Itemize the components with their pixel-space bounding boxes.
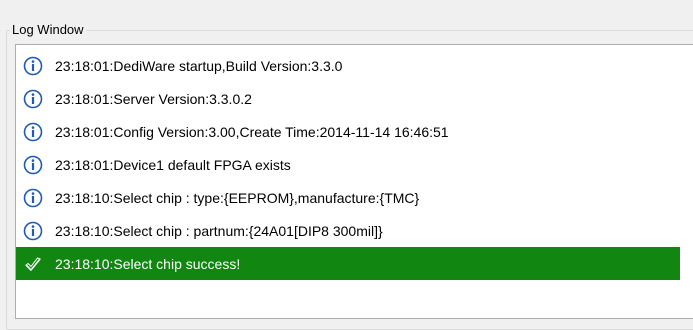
log-entry-text: 23:18:01:DediWare startup,Build Version:… — [55, 57, 343, 74]
info-icon — [22, 220, 44, 242]
log-entry-text: 23:18:10:Select chip success! — [55, 255, 241, 272]
info-icon — [22, 55, 44, 77]
info-icon — [22, 121, 44, 143]
log-entry-text: 23:18:01:Device1 default FPGA exists — [55, 156, 291, 173]
success-check-icon — [22, 253, 44, 275]
log-window-title: Log Window — [10, 22, 86, 37]
log-entry[interactable]: 23:18:01:DediWare startup,Build Version:… — [16, 49, 680, 82]
info-icon — [22, 88, 44, 110]
log-entry-text: 23:18:01:Server Version:3.3.0.2 — [55, 90, 252, 107]
log-entry[interactable]: 23:18:01:Device1 default FPGA exists — [16, 148, 680, 181]
log-entry-text: 23:18:01:Config Version:3.00,Create Time… — [55, 123, 449, 140]
log-entry[interactable]: 23:18:01:Config Version:3.00,Create Time… — [16, 115, 680, 148]
info-icon — [22, 154, 44, 176]
log-list[interactable]: 23:18:01:DediWare startup,Build Version:… — [15, 44, 693, 319]
log-entry[interactable]: 23:18:10:Select chip : partnum:{24A01[DI… — [16, 214, 680, 247]
log-entry-text: 23:18:10:Select chip : partnum:{24A01[DI… — [55, 222, 383, 239]
log-entry-text: 23:18:10:Select chip : type:{EEPROM},man… — [55, 189, 420, 206]
log-entry[interactable]: 23:18:10:Select chip : type:{EEPROM},man… — [16, 181, 680, 214]
info-icon — [22, 187, 44, 209]
log-entry-selected[interactable]: 23:18:10:Select chip success! — [16, 247, 680, 280]
log-entry[interactable]: 23:18:01:Server Version:3.3.0.2 — [16, 82, 680, 115]
